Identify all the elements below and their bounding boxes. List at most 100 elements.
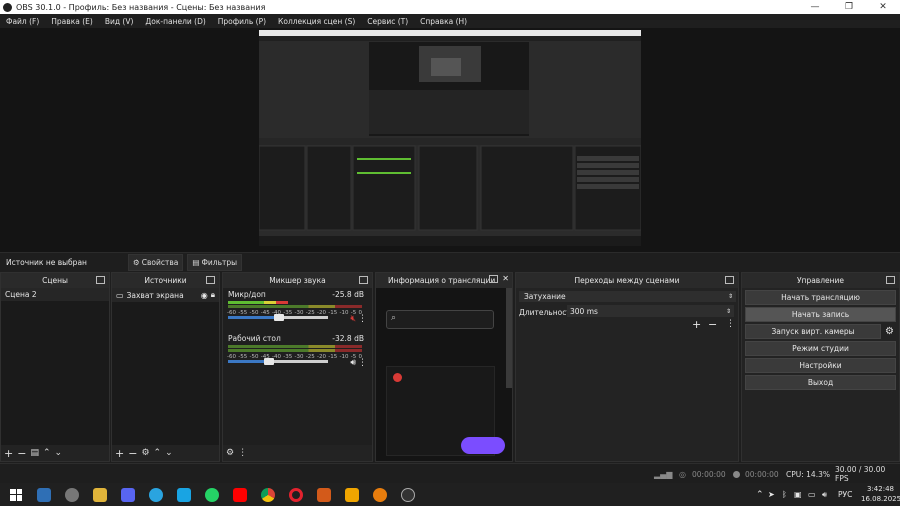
spin-arrows-icon[interactable]: ⇕ [726,308,731,315]
properties-button[interactable]: ⚙ Свойства [128,254,184,271]
undock-icon[interactable] [96,276,105,284]
transition-type-select[interactable]: Затухание ⇕ [519,291,736,302]
minimize-button[interactable]: — [798,0,832,14]
muted-speaker-icon[interactable]: 🔇︎ [350,314,356,324]
menu-profile[interactable]: Профиль (P) [212,17,272,26]
search-input[interactable]: ⌕ [386,310,494,329]
more-options-icon[interactable]: ⋮ [726,319,735,329]
undock-icon[interactable] [886,276,895,284]
tray-bluetooth-icon[interactable]: ᛒ [782,490,787,499]
studio-mode-button[interactable]: Режим студии [745,341,896,356]
chrome-icon[interactable] [261,487,275,502]
gear-icon: ⚙ [133,258,140,267]
restore-button[interactable]: ❐ [832,0,866,14]
blender-icon[interactable] [373,487,387,502]
obs-logo-icon [3,2,12,12]
add-icon[interactable]: + [692,318,701,331]
whatsapp-icon[interactable] [205,487,219,502]
game-icon[interactable] [317,487,331,502]
start-virtual-camera-button[interactable]: Запуск вирт. камеры [745,324,882,339]
more-options-icon[interactable]: ⋮ [238,448,247,458]
level-meter [228,305,362,308]
app-icon[interactable] [345,487,359,502]
preview-area [0,28,900,252]
move-down-icon[interactable]: ⌄ [165,448,173,458]
browser-icon[interactable] [65,487,79,502]
tray-nvidia-icon[interactable]: ▣ [794,490,802,499]
filter-icon[interactable]: ▤ [30,448,39,458]
properties-label: Свойства [141,258,179,267]
tray-volume-icon[interactable]: 🔊︎ [822,490,827,500]
tray-telegram-icon[interactable]: ➤ [768,490,775,499]
speaker-icon[interactable]: 🔊︎ [350,358,356,368]
remove-icon[interactable]: − [17,447,26,460]
move-down-icon[interactable]: ⌄ [55,448,63,458]
file-explorer-icon[interactable] [93,487,107,502]
discord-icon[interactable] [121,487,135,502]
clock-time[interactable]: 3:42:48 [867,485,894,493]
lock-icon[interactable]: 🔒︎ [211,290,215,300]
store-icon[interactable] [177,487,191,502]
menu-tools[interactable]: Сервис (T) [361,17,414,26]
cpu-usage: CPU: 14.3% [786,469,830,479]
error-icon [393,373,402,382]
undock-icon[interactable] [359,276,368,284]
move-up-icon[interactable]: ⌃ [43,448,51,458]
tray-language[interactable]: РУС [838,490,852,499]
close-button[interactable]: ✕ [866,0,900,14]
scene-item[interactable]: Сцена 2 [1,288,109,301]
mixer-header: Микшер звука [223,273,372,289]
volume-slider[interactable] [228,358,328,365]
filters-button[interactable]: ▤ Фильтры [187,254,243,271]
undock-icon[interactable] [489,275,498,283]
opera-icon[interactable] [289,487,303,502]
undock-icon[interactable] [725,276,734,284]
menu-help[interactable]: Справка (H) [414,17,473,26]
start-recording-button[interactable]: Начать запись [745,307,896,322]
menu-docks[interactable]: Док-панели (D) [139,17,211,26]
preview-canvas[interactable] [259,30,641,246]
recursive-preview-graphic [259,30,641,246]
duration-spinbox[interactable]: 300 ms ⇕ [567,305,734,317]
stream-info-dock: Информация о трансляции ✕ ⌕ [375,272,513,462]
start-streaming-button[interactable]: Начать трансляцию [745,290,896,305]
obs-taskbar-icon[interactable] [401,487,415,502]
source-item[interactable]: ▭ Захват экрана ◉ 🔒︎ [112,288,219,302]
gears-icon[interactable]: ⚙ [226,448,234,458]
window-title: OBS 30.1.0 - Профиль: Без названия - Сце… [16,2,266,12]
controls-title: Управление [796,276,845,285]
add-icon[interactable]: + [115,447,124,460]
tray-chevron-icon[interactable]: ⌃ [756,490,764,500]
channel-name: Микр/доп [228,290,266,299]
menu-scene-collection[interactable]: Коллекция сцен (S) [272,17,361,26]
menu-view[interactable]: Вид (V) [99,17,140,26]
add-icon[interactable]: + [4,447,13,460]
action-pill-button[interactable] [461,437,505,454]
transition-type-value: Затухание [524,292,566,301]
tray-network-icon[interactable]: ▭ [808,490,816,499]
youtube-icon[interactable] [233,487,247,502]
filters-label: Фильтры [201,258,238,267]
calculator-icon[interactable] [37,487,51,502]
gear-icon[interactable]: ⚙ [885,326,894,337]
move-up-icon[interactable]: ⌃ [154,448,162,458]
telegram-icon[interactable] [149,487,163,502]
scrollbar[interactable] [506,288,512,388]
settings-button[interactable]: Настройки [745,358,896,373]
exit-button[interactable]: Выход [745,375,896,390]
remove-icon[interactable]: − [708,318,717,331]
undock-icon[interactable] [206,276,215,284]
close-icon[interactable]: ✕ [502,274,509,283]
more-options-icon[interactable]: ⋮ [358,358,367,368]
level-meter [228,345,362,348]
clock-date[interactable]: 16.08.2025 [861,495,900,503]
visibility-eye-icon[interactable]: ◉ [201,291,208,300]
source-toolbar: Источник не выбран ⚙ Свойства ▤ Фильтры [0,252,900,272]
volume-slider[interactable] [228,314,328,321]
menu-file[interactable]: Файл (F) [0,17,45,26]
gear-icon[interactable]: ⚙ [141,448,149,458]
more-options-icon[interactable]: ⋮ [358,314,367,324]
windows-start-icon[interactable] [10,488,22,501]
remove-icon[interactable]: − [128,447,137,460]
menu-edit[interactable]: Правка (E) [45,17,99,26]
